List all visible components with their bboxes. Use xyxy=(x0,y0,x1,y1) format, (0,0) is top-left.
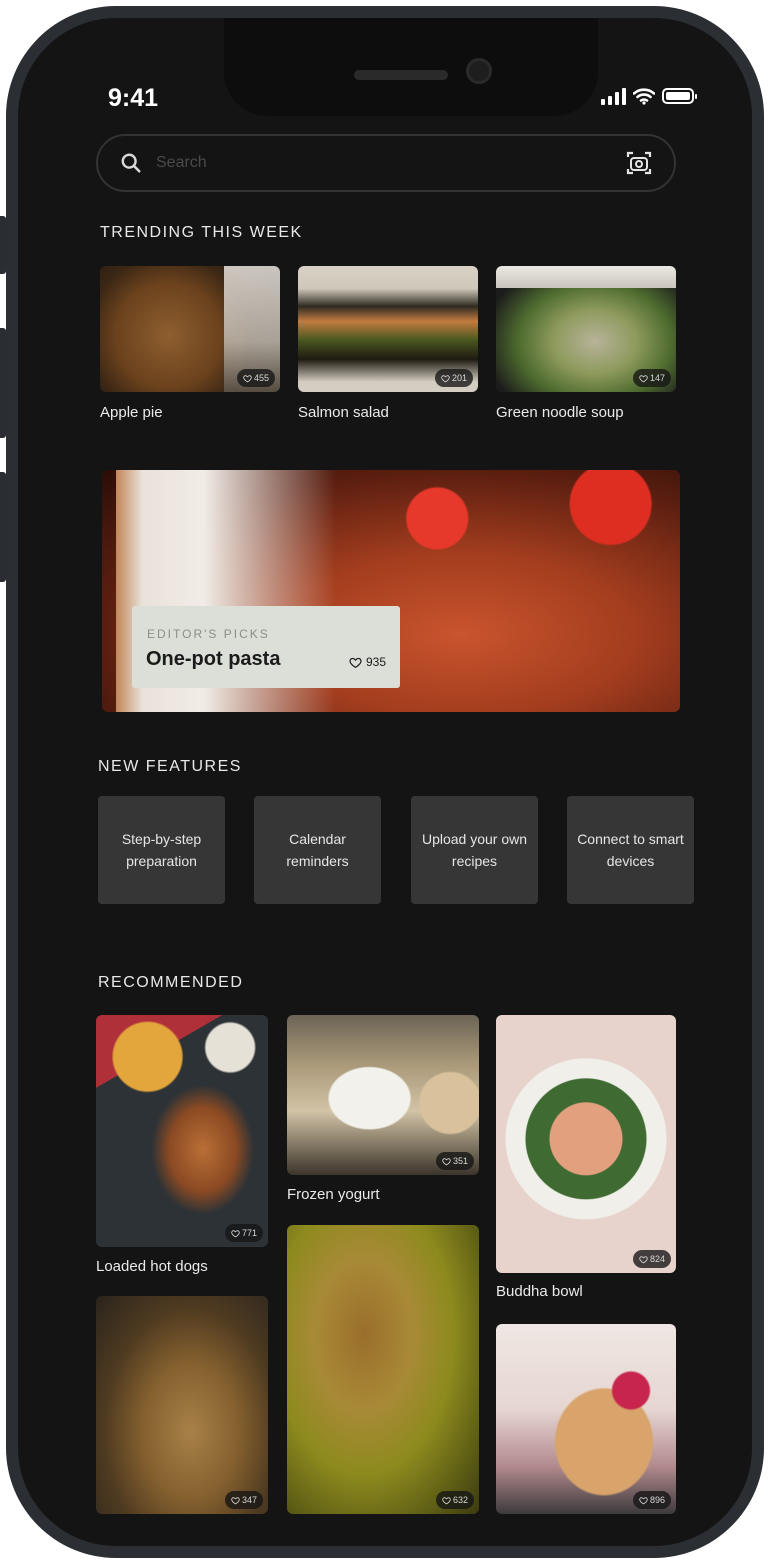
frozen-yogurt-image: 351 xyxy=(287,1015,479,1175)
recommended-card-hot-dogs[interactable]: 771 Loaded hot dogs xyxy=(96,1015,268,1277)
battery-icon xyxy=(662,88,697,104)
recommended-card-noodles[interactable]: 347 xyxy=(96,1296,268,1514)
card-title: Salmon salad xyxy=(298,404,389,421)
heart-icon xyxy=(442,1157,451,1166)
speaker xyxy=(354,70,448,80)
likes-badge: 351 xyxy=(435,1152,474,1170)
trending-card-green-noodle-soup[interactable]: 147 Green noodle soup xyxy=(496,266,678,446)
feature-calendar-reminders[interactable]: Calendar reminders xyxy=(254,796,381,904)
notch xyxy=(224,18,598,116)
trending-card-apple-pie[interactable]: 455 Apple pie xyxy=(100,266,282,446)
heart-icon xyxy=(639,1255,648,1264)
heart-icon xyxy=(231,1496,240,1505)
likes-badge: 824 xyxy=(632,1250,671,1268)
likes-badge: 147 xyxy=(632,369,671,387)
editors-pick-kicker: EDITOR'S PICKS xyxy=(147,627,270,641)
editors-pick-panel: EDITOR'S PICKS One-pot pasta 935 xyxy=(132,606,400,688)
buddha-bowl-image: 824 xyxy=(496,1015,676,1273)
editors-pick-likes: 935 xyxy=(349,655,386,669)
search-bar[interactable] xyxy=(96,134,676,192)
card-title: Green noodle soup xyxy=(496,404,624,421)
trending-card-salmon-salad[interactable]: 201 Salmon salad xyxy=(298,266,480,446)
salmon-salad-image: 201 xyxy=(298,266,478,392)
feature-smart-devices[interactable]: Connect to smart devices xyxy=(567,796,694,904)
feature-step-by-step[interactable]: Step-by-step preparation xyxy=(98,796,225,904)
status-time: 9:41 xyxy=(108,84,159,112)
noodles-image: 347 xyxy=(96,1296,268,1514)
green-noodle-soup-image: 147 xyxy=(496,266,676,392)
heart-icon xyxy=(349,656,362,669)
recommended-card-pancakes[interactable]: 896 xyxy=(496,1324,678,1514)
hot-dogs-image: 771 xyxy=(96,1015,268,1247)
recommended-card-fish-curry[interactable]: 632 xyxy=(287,1225,479,1515)
section-title-trending: TRENDING THIS WEEK xyxy=(100,224,303,241)
likes-badge: 771 xyxy=(224,1224,263,1242)
card-title: Frozen yogurt xyxy=(287,1186,380,1203)
heart-icon xyxy=(639,374,648,383)
heart-icon xyxy=(231,1229,240,1238)
camera-search-button[interactable] xyxy=(622,146,656,180)
phone-frame: 9:41 TRENDING THIS WEEK xyxy=(6,6,764,1558)
likes-badge: 455 xyxy=(236,369,275,387)
app-screen: 9:41 TRENDING THIS WEEK xyxy=(18,18,752,1546)
likes-badge: 896 xyxy=(632,1491,671,1509)
heart-icon xyxy=(243,374,252,383)
likes-badge: 201 xyxy=(434,369,473,387)
section-title-new-features: NEW FEATURES xyxy=(98,758,242,775)
recommended-card-buddha-bowl[interactable]: 824 Buddha bowl xyxy=(496,1015,678,1305)
camera-icon xyxy=(626,151,652,175)
fish-curry-image: 632 xyxy=(287,1225,479,1514)
section-title-recommended: RECOMMENDED xyxy=(98,974,244,991)
likes-badge: 347 xyxy=(224,1491,263,1509)
search-icon xyxy=(121,153,141,173)
heart-icon xyxy=(442,1496,451,1505)
heart-icon xyxy=(441,374,450,383)
card-title: Buddha bowl xyxy=(496,1283,583,1300)
front-camera xyxy=(466,58,492,84)
editors-pick-card[interactable]: EDITOR'S PICKS One-pot pasta 935 xyxy=(102,470,680,712)
likes-badge: 632 xyxy=(435,1491,474,1509)
heart-icon xyxy=(639,1496,648,1505)
card-title: Loaded hot dogs xyxy=(96,1258,208,1275)
signal-icon xyxy=(601,87,626,105)
status-icons xyxy=(601,87,697,105)
feature-upload-recipes[interactable]: Upload your own recipes xyxy=(411,796,538,904)
card-title: Apple pie xyxy=(100,404,163,421)
pancakes-image: 896 xyxy=(496,1324,676,1514)
editors-pick-title: One-pot pasta xyxy=(146,648,281,670)
wifi-icon xyxy=(633,88,655,105)
recommended-card-frozen-yogurt[interactable]: 351 Frozen yogurt xyxy=(287,1015,479,1207)
search-input[interactable] xyxy=(154,153,622,173)
apple-pie-image: 455 xyxy=(100,266,280,392)
